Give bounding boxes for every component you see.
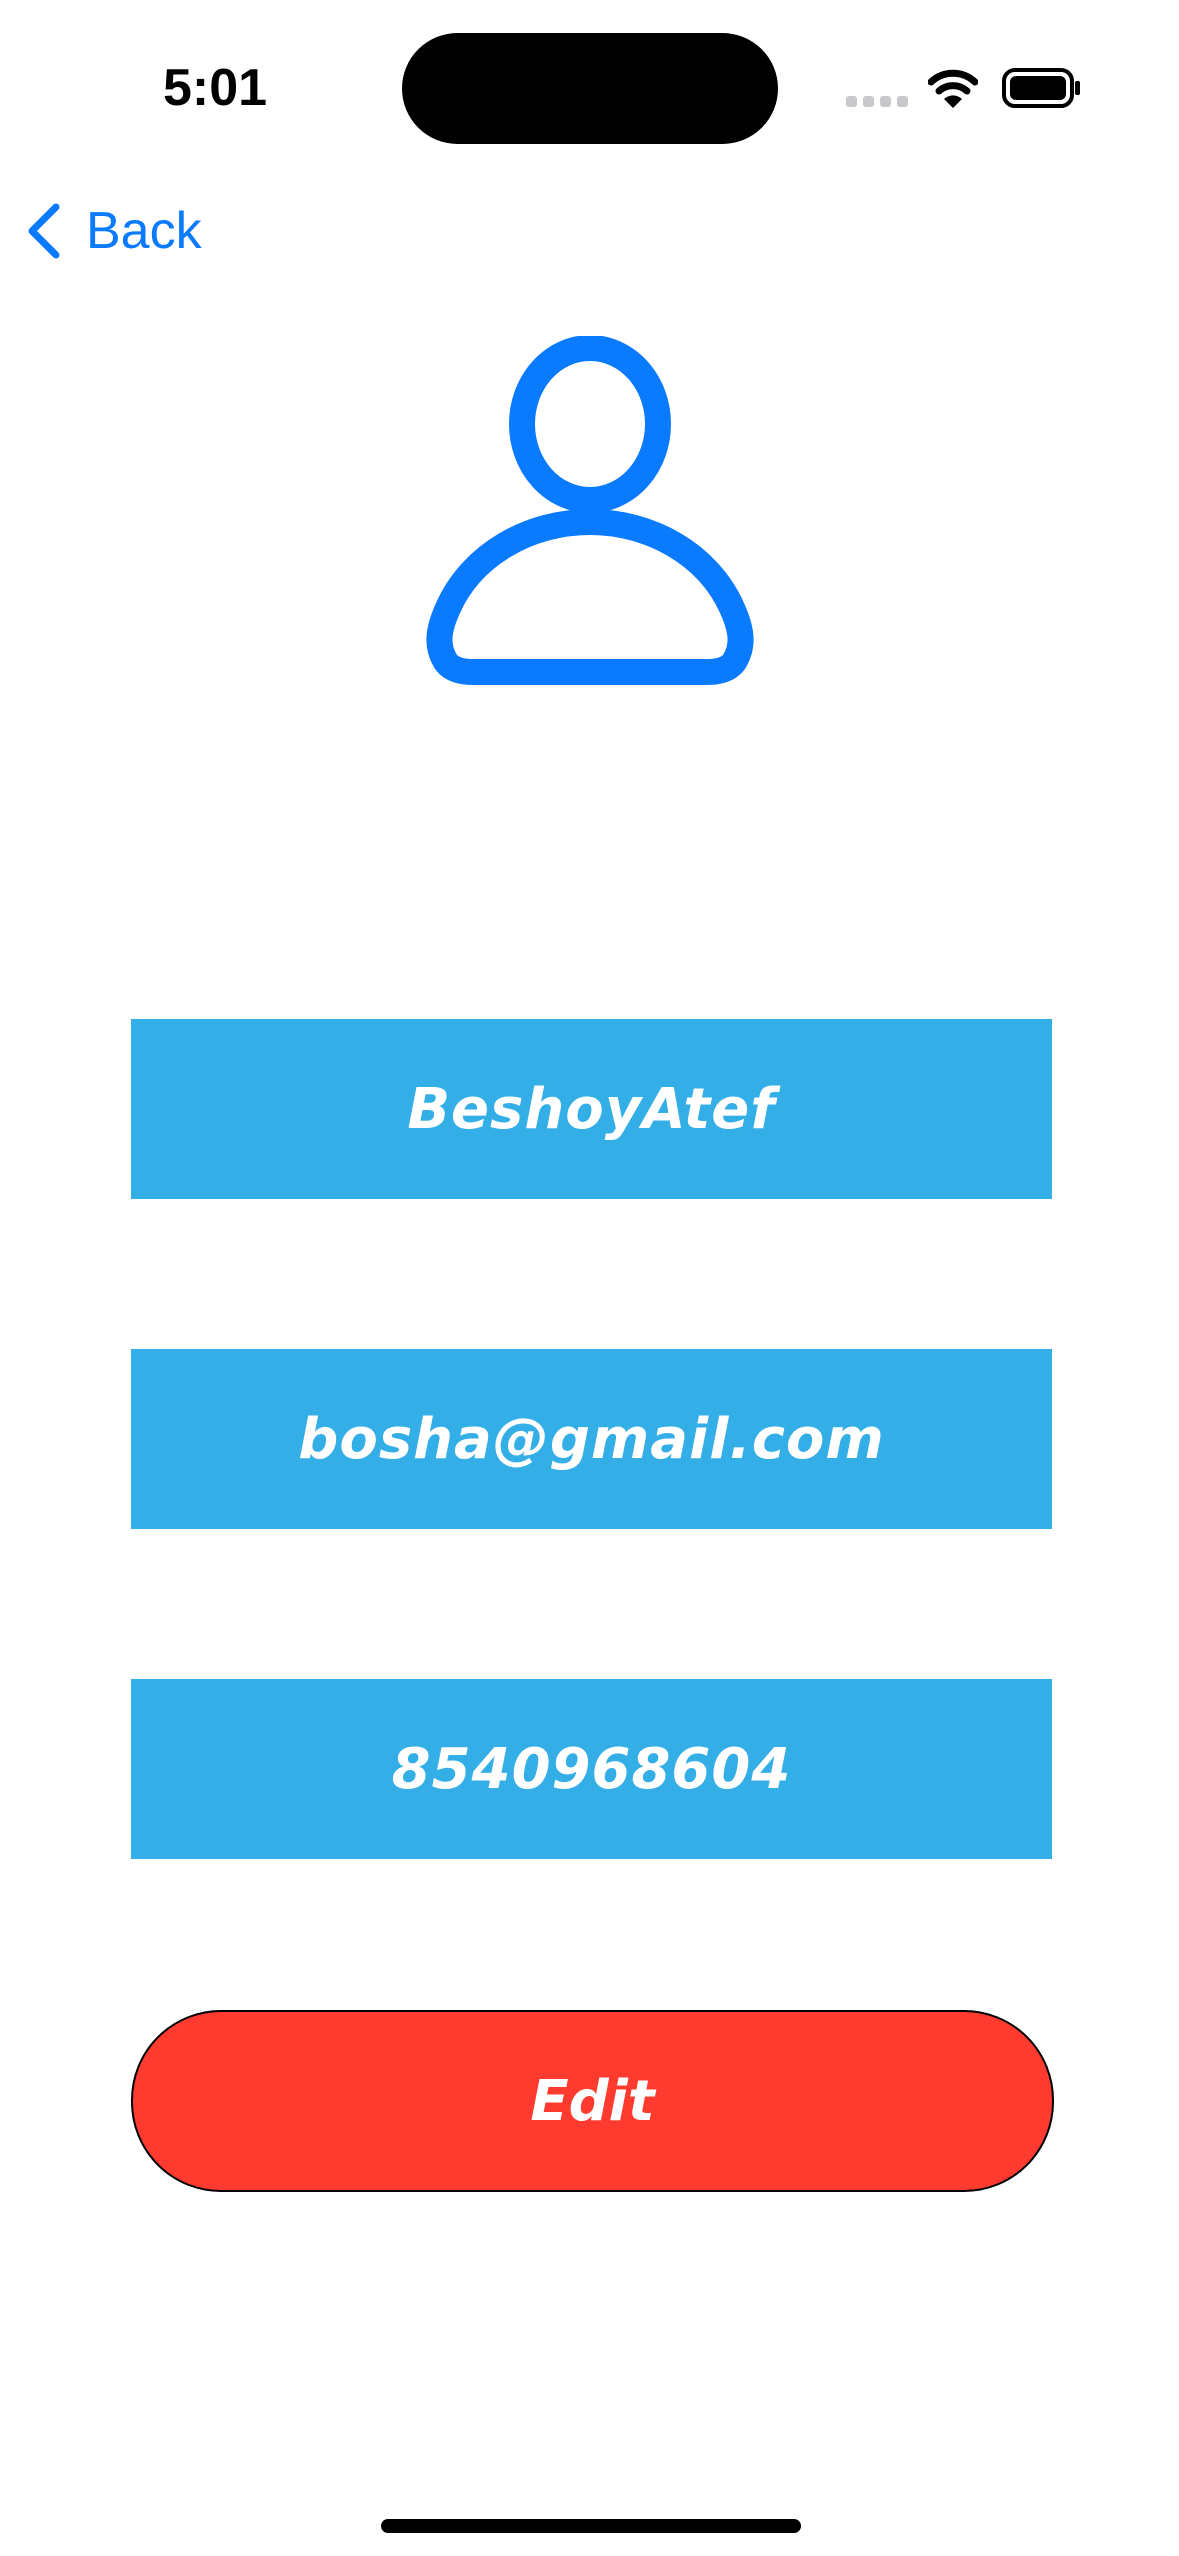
navigation-bar: Back [0, 180, 1179, 280]
back-label: Back [86, 202, 202, 260]
battery-icon [1002, 68, 1080, 108]
back-button[interactable]: Back [24, 200, 202, 262]
phone-field: 8540968604 [131, 1679, 1052, 1859]
status-bar: 5:01 [0, 0, 1179, 160]
signal-dots-icon [846, 96, 908, 108]
edit-button[interactable]: Edit [131, 2010, 1054, 2192]
person-icon [426, 336, 754, 685]
status-time: 5:01 [162, 59, 268, 117]
dynamic-island [402, 33, 778, 144]
chevron-left-icon [28, 203, 60, 259]
email-field: bosha@gmail.com [131, 1349, 1052, 1529]
wifi-icon [928, 69, 978, 108]
name-field: BeshoyAtef [131, 1019, 1052, 1199]
home-indicator[interactable] [381, 2519, 801, 2533]
